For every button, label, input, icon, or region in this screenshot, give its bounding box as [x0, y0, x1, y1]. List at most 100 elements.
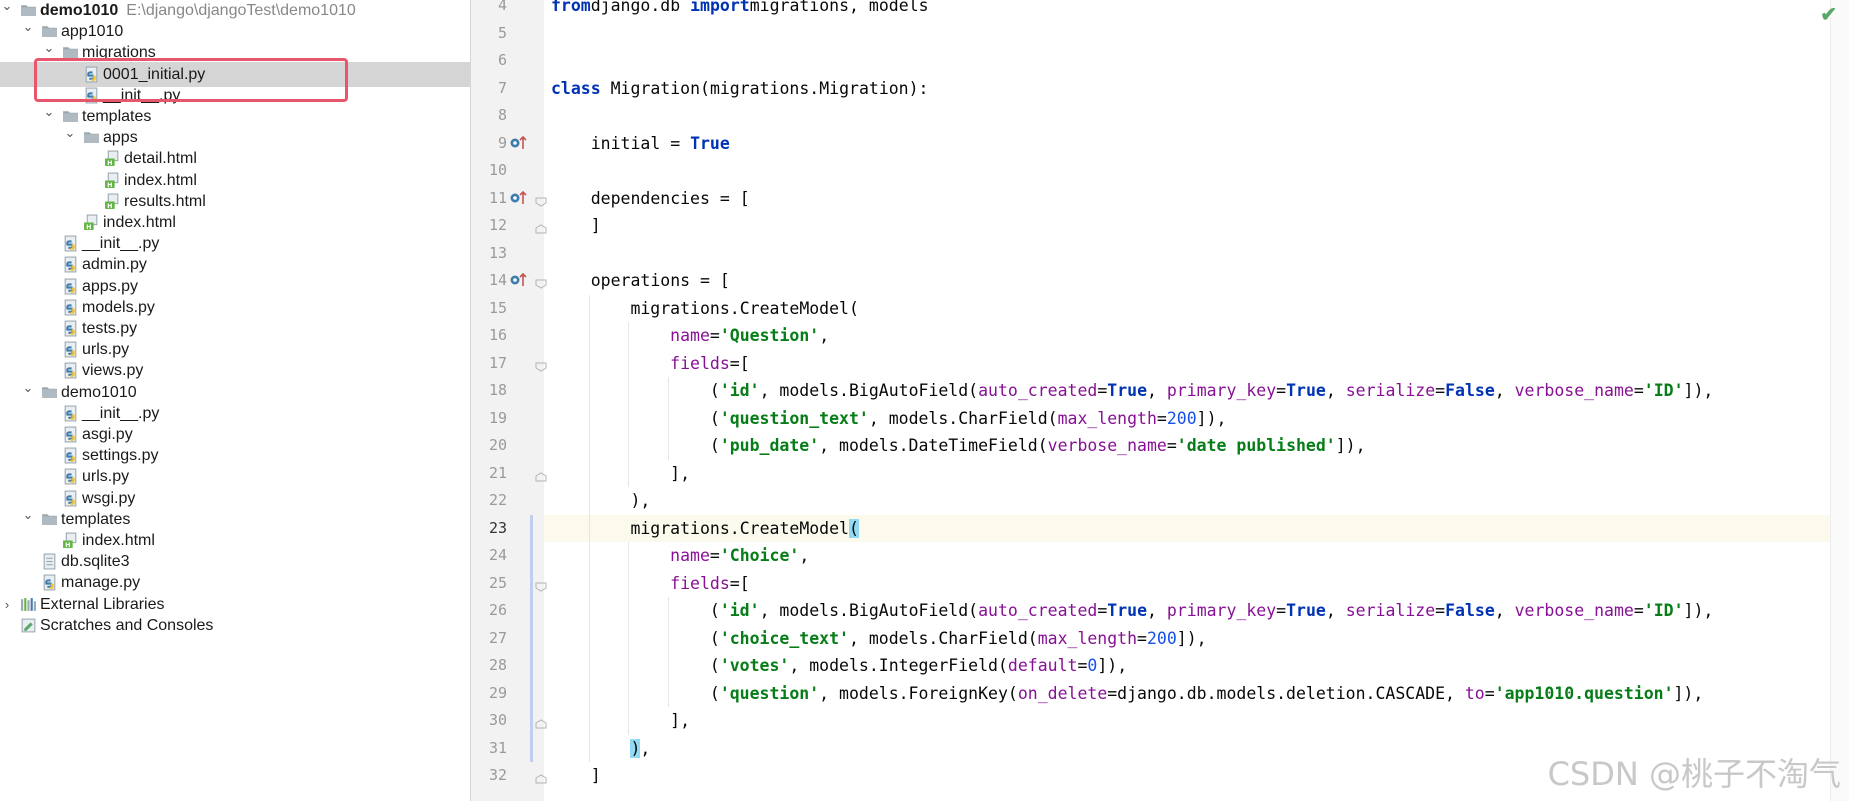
line-number: 28: [488, 656, 507, 674]
line-number: 21: [488, 463, 507, 482]
python-file-icon: [62, 490, 79, 507]
code-line[interactable]: ('choice_text', models.CharField(max_len…: [544, 625, 1849, 653]
line-number: 14: [488, 271, 507, 289]
line-number: 16: [488, 326, 507, 344]
python-file-icon: [62, 299, 79, 316]
python-file-icon: [62, 468, 79, 485]
python-file-icon: [62, 235, 79, 252]
code-line[interactable]: migrations.CreateModel(: [544, 295, 1849, 323]
svg-text:H: H: [65, 541, 70, 549]
code-line[interactable]: name='Choice',: [544, 542, 1849, 570]
code-line[interactable]: [544, 20, 1849, 48]
fold-close-icon[interactable]: [535, 469, 547, 481]
line-number: 12: [488, 216, 507, 234]
chevron-down-icon[interactable]: ⌄: [63, 120, 77, 145]
code-line[interactable]: fromdjango.db importmigrations, models: [544, 0, 1849, 20]
scratch-icon: [20, 617, 37, 634]
fold-open-icon[interactable]: [535, 579, 547, 592]
fold-close-icon[interactable]: [535, 771, 547, 784]
code-line[interactable]: ),: [544, 487, 1849, 515]
code-line[interactable]: initial = True: [544, 130, 1849, 158]
code-line[interactable]: fields=[: [544, 350, 1849, 378]
code-line[interactable]: fields=[: [544, 570, 1849, 598]
folder-icon: [83, 129, 100, 146]
code-line[interactable]: ]: [544, 212, 1849, 240]
line-number: 19: [488, 408, 507, 427]
code-line[interactable]: ('id', models.BigAutoField(auto_created=…: [544, 597, 1849, 625]
database-file-icon: [41, 553, 58, 570]
line-number: 11: [488, 188, 507, 207]
python-file-icon: [62, 447, 79, 464]
line-number: 4: [497, 0, 507, 14]
inspection-ok-icon[interactable]: ✔: [1820, 2, 1837, 27]
line-number: 13: [488, 243, 507, 262]
fold-open-icon[interactable]: [535, 359, 547, 372]
indent-guide: [668, 377, 670, 460]
chevron-down-icon[interactable]: ⌄: [21, 375, 35, 400]
line-number: 27: [488, 628, 507, 647]
override-marker-icon[interactable]: [507, 130, 529, 158]
line-number: 31: [488, 738, 507, 757]
line-number: 26: [488, 601, 507, 619]
chevron-down-icon[interactable]: ⌄: [42, 99, 56, 124]
line-number: 9: [497, 133, 507, 152]
code-editor[interactable]: fromdjango.db importmigrations, models cl…: [544, 0, 1849, 801]
tree-item-label: Scratches and Consoles: [40, 616, 214, 634]
python-file-icon: [62, 256, 79, 273]
code-line[interactable]: [544, 240, 1849, 268]
python-file-icon: [62, 278, 79, 295]
code-line[interactable]: ('pub_date', models.DateTimeField(verbos…: [544, 432, 1849, 460]
chevron-down-icon[interactable]: ⌄: [21, 14, 35, 39]
library-icon: [20, 596, 37, 613]
code-line[interactable]: dependencies = [: [544, 185, 1849, 213]
line-number: 15: [488, 298, 507, 317]
chevron-down-icon[interactable]: ⌄: [21, 502, 35, 527]
line-number: 23: [488, 518, 507, 537]
line-number: 22: [488, 491, 507, 509]
override-marker-icon[interactable]: [507, 185, 529, 213]
fold-close-icon[interactable]: [535, 716, 547, 729]
code-line[interactable]: [544, 157, 1849, 185]
line-number: 7: [497, 78, 507, 97]
python-file-icon: [62, 341, 79, 358]
svg-text:H: H: [107, 159, 112, 167]
html-file-icon: H: [104, 172, 121, 189]
code-line[interactable]: operations = [: [544, 267, 1849, 295]
python-file-icon: [41, 574, 58, 591]
code-line[interactable]: ('question', models.ForeignKey(on_delete…: [544, 680, 1849, 708]
code-line[interactable]: [544, 47, 1849, 75]
editor-scrollbar[interactable]: [1830, 0, 1849, 801]
code-line[interactable]: name='Question',: [544, 322, 1849, 350]
code-line[interactable]: class Migration(migrations.Migration):: [544, 75, 1849, 103]
html-file-icon: H: [62, 532, 79, 549]
code-line[interactable]: [544, 102, 1849, 130]
line-number: 5: [497, 23, 507, 42]
chevron-down-icon[interactable]: ⌄: [0, 0, 14, 18]
svg-text:H: H: [107, 180, 112, 188]
code-line[interactable]: ],: [544, 707, 1849, 735]
line-number: 20: [488, 436, 507, 454]
code-line[interactable]: ],: [544, 460, 1849, 488]
code-line[interactable]: ('question_text', models.CharField(max_l…: [544, 405, 1849, 433]
line-number: 25: [488, 573, 507, 592]
fold-close-icon[interactable]: [535, 221, 547, 234]
override-marker-icon[interactable]: [507, 267, 529, 295]
code-line[interactable]: migrations.CreateModel(: [544, 514, 1849, 542]
indent-guide: [668, 597, 670, 707]
project-path: E:\django\djangoTest\demo1010: [126, 2, 356, 19]
code-line[interactable]: ('votes', models.IntegerField(default=0]…: [544, 652, 1849, 680]
indent-guide: [628, 542, 630, 735]
chevron-down-icon[interactable]: ⌄: [42, 35, 56, 60]
svg-text:H: H: [86, 223, 91, 231]
python-file-icon: [62, 405, 79, 422]
change-marker[interactable]: [530, 514, 533, 762]
indent-guide: [628, 322, 630, 487]
html-file-icon: H: [104, 193, 121, 210]
fold-open-icon[interactable]: [535, 194, 547, 207]
line-number: 6: [497, 51, 507, 69]
line-number: 17: [488, 353, 507, 372]
line-number: 24: [488, 546, 507, 564]
code-line[interactable]: ('id', models.BigAutoField(auto_created=…: [544, 377, 1849, 405]
fold-open-icon[interactable]: [535, 276, 547, 289]
tree-item[interactable]: Scratches and Consoles: [0, 613, 470, 638]
